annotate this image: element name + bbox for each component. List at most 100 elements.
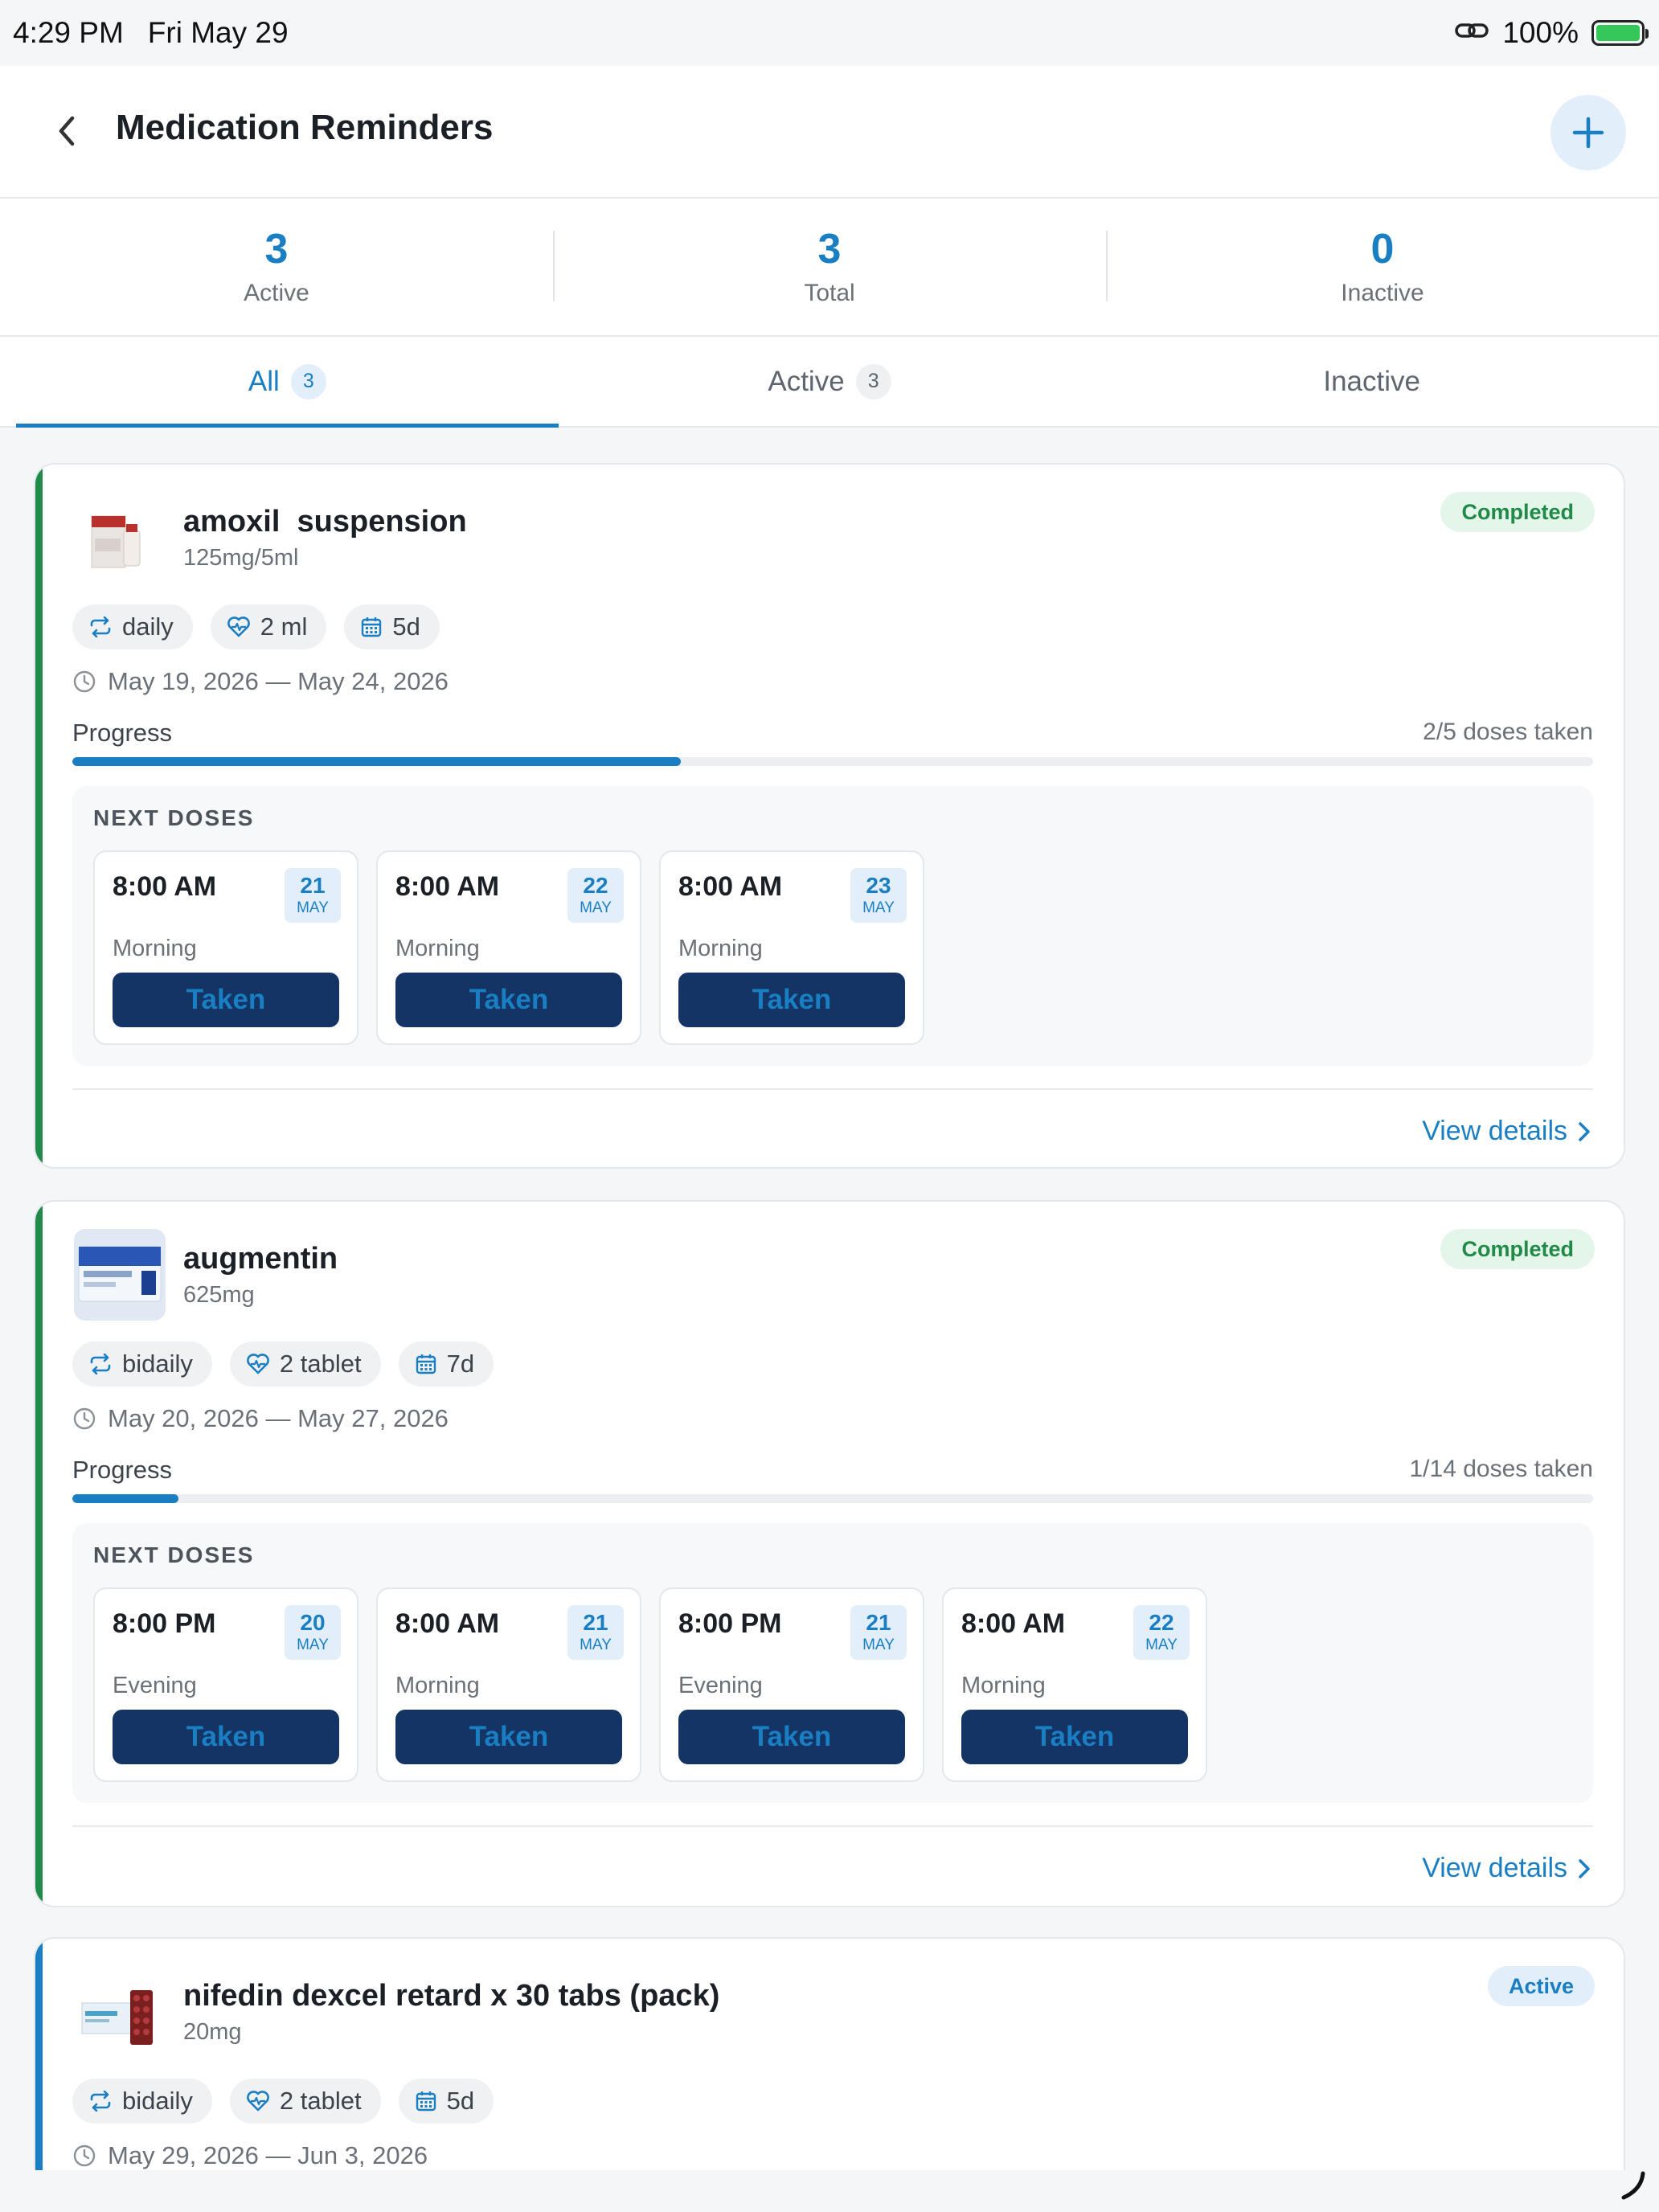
clock-icon xyxy=(73,1407,96,1430)
medication-card[interactable]: augmentin 625mg Completed bidaily 2 tabl… xyxy=(34,1200,1625,1907)
view-details-link[interactable]: View details xyxy=(1422,1853,1591,1884)
dose-date-badge: 21 MAY xyxy=(285,868,341,923)
medication-name: amoxil suspension xyxy=(183,505,467,539)
dose-card: 8:00 AM 21 MAY Morning Taken xyxy=(93,850,358,1045)
dose-chip: 2 tablet xyxy=(229,2079,381,2124)
dose-card: 8:00 PM 21 MAY Evening Taken xyxy=(659,1587,924,1782)
back-button[interactable] xyxy=(47,111,87,151)
plus-icon xyxy=(1572,117,1604,149)
stat-inactive: 0 Inactive xyxy=(1106,199,1659,335)
calendar-icon xyxy=(416,1354,436,1374)
taken-button[interactable]: Taken xyxy=(678,1710,905,1764)
taken-button[interactable]: Taken xyxy=(678,973,905,1027)
dose-period: Morning xyxy=(395,936,480,961)
tab-label: Inactive xyxy=(1323,365,1420,397)
tab-active[interactable]: Active 3 xyxy=(559,337,1101,426)
tab-count-badge: 3 xyxy=(290,363,326,399)
progress-count: 2/5 doses taken xyxy=(1423,719,1593,745)
medication-strength: 125mg/5ml xyxy=(183,545,299,571)
next-doses-panel: NEXT DOSES 8:00 PM 20 MAY Evening Taken … xyxy=(72,1523,1593,1803)
card-divider xyxy=(72,1825,1593,1827)
chevron-right-icon xyxy=(1579,1121,1590,1141)
stats-summary: 3 Active 3 Total 0 Inactive xyxy=(0,199,1659,337)
card-accent-bar xyxy=(35,1202,43,1906)
heart-pulse-icon xyxy=(227,616,250,637)
app-header: Medication Reminders xyxy=(0,66,1659,199)
scroll-indicator-icon xyxy=(1621,2171,1645,2200)
dose-day: 22 xyxy=(1149,1609,1174,1635)
duration-label: 7d xyxy=(446,1350,475,1378)
dose-label: 2 ml xyxy=(260,612,308,641)
stat-label: Total xyxy=(804,279,855,306)
dose-time: 8:00 PM xyxy=(113,1608,216,1639)
duration-chip: 5d xyxy=(344,604,440,649)
dose-month: MAY xyxy=(580,1636,612,1653)
dose-period: Morning xyxy=(961,1673,1046,1698)
heart-pulse-icon xyxy=(247,2091,269,2112)
view-details-label: View details xyxy=(1422,1116,1567,1146)
dose-card: 8:00 AM 22 MAY Morning Taken xyxy=(376,850,641,1045)
status-time: 4:29 PM xyxy=(13,16,124,49)
dose-time: 8:00 PM xyxy=(678,1608,782,1639)
filter-tabs: All 3 Active 3 Inactive xyxy=(0,337,1659,428)
dose-date-badge: 22 MAY xyxy=(567,868,624,923)
stat-total: 3 Total xyxy=(553,199,1106,335)
clock-icon xyxy=(73,2144,96,2167)
status-date: Fri May 29 xyxy=(147,16,289,49)
next-doses-title: NEXT DOSES xyxy=(93,805,255,830)
frequency-chip: daily xyxy=(72,604,193,649)
dose-period: Evening xyxy=(678,1673,763,1698)
page-title: Medication Reminders xyxy=(116,108,494,147)
battery-percent: 100% xyxy=(1502,16,1579,49)
duration-chip: 7d xyxy=(398,1342,494,1387)
taken-button[interactable]: Taken xyxy=(113,973,339,1027)
card-divider xyxy=(72,1088,1593,1090)
date-range: May 20, 2026 — May 27, 2026 xyxy=(72,1404,449,1433)
medication-strength: 20mg xyxy=(183,2019,242,2045)
medication-image xyxy=(74,1966,166,2058)
frequency-chip: bidaily xyxy=(72,2079,212,2124)
taken-button[interactable]: Taken xyxy=(395,973,622,1027)
view-details-link[interactable]: View details xyxy=(1422,1116,1591,1147)
heart-pulse-icon xyxy=(247,1354,269,1374)
dose-day: 23 xyxy=(866,872,891,898)
progress-fill xyxy=(72,757,681,766)
dose-day: 21 xyxy=(300,872,326,898)
stat-active: 3 Active xyxy=(0,199,553,335)
dose-card: 8:00 AM 21 MAY Morning Taken xyxy=(376,1587,641,1782)
date-range: May 29, 2026 — Jun 3, 2026 xyxy=(72,2141,428,2170)
clock-icon xyxy=(73,670,96,693)
medication-image xyxy=(74,492,166,584)
dose-date-badge: 20 MAY xyxy=(285,1605,341,1660)
duration-chip: 5d xyxy=(398,2079,494,2124)
dose-time: 8:00 AM xyxy=(113,871,217,902)
progress-label: Progress xyxy=(72,1456,173,1484)
add-medication-button[interactable] xyxy=(1550,95,1626,170)
dose-period: Morning xyxy=(678,936,763,961)
dose-date-badge: 22 MAY xyxy=(1133,1605,1190,1660)
dose-period: Morning xyxy=(113,936,197,961)
tab-all[interactable]: All 3 xyxy=(16,337,559,428)
tab-inactive[interactable]: Inactive xyxy=(1100,337,1643,426)
dose-card: 8:00 AM 23 MAY Morning Taken xyxy=(659,850,924,1045)
dose-day: 21 xyxy=(866,1609,891,1635)
taken-button[interactable]: Taken xyxy=(113,1710,339,1764)
card-accent-bar xyxy=(35,465,43,1167)
medication-card[interactable]: amoxil suspension 125mg/5ml Completed da… xyxy=(34,463,1625,1169)
frequency-chip: bidaily xyxy=(72,1342,212,1387)
status-badge: Completed xyxy=(1440,492,1595,532)
stat-value: 3 xyxy=(264,226,289,273)
frequency-label: bidaily xyxy=(122,2087,193,2115)
home-indicator-area xyxy=(0,2170,1659,2212)
taken-button[interactable]: Taken xyxy=(961,1710,1188,1764)
dose-day: 20 xyxy=(300,1609,326,1635)
date-range-text: May 29, 2026 — Jun 3, 2026 xyxy=(108,2141,428,2169)
dose-month: MAY xyxy=(580,899,612,916)
taken-button[interactable]: Taken xyxy=(395,1710,622,1764)
calendar-icon xyxy=(362,617,382,637)
stat-label: Inactive xyxy=(1341,279,1424,306)
tab-count-badge: 3 xyxy=(855,363,891,399)
chevron-left-icon xyxy=(59,116,75,146)
stat-label: Active xyxy=(244,279,309,306)
repeat-icon xyxy=(90,2091,111,2112)
